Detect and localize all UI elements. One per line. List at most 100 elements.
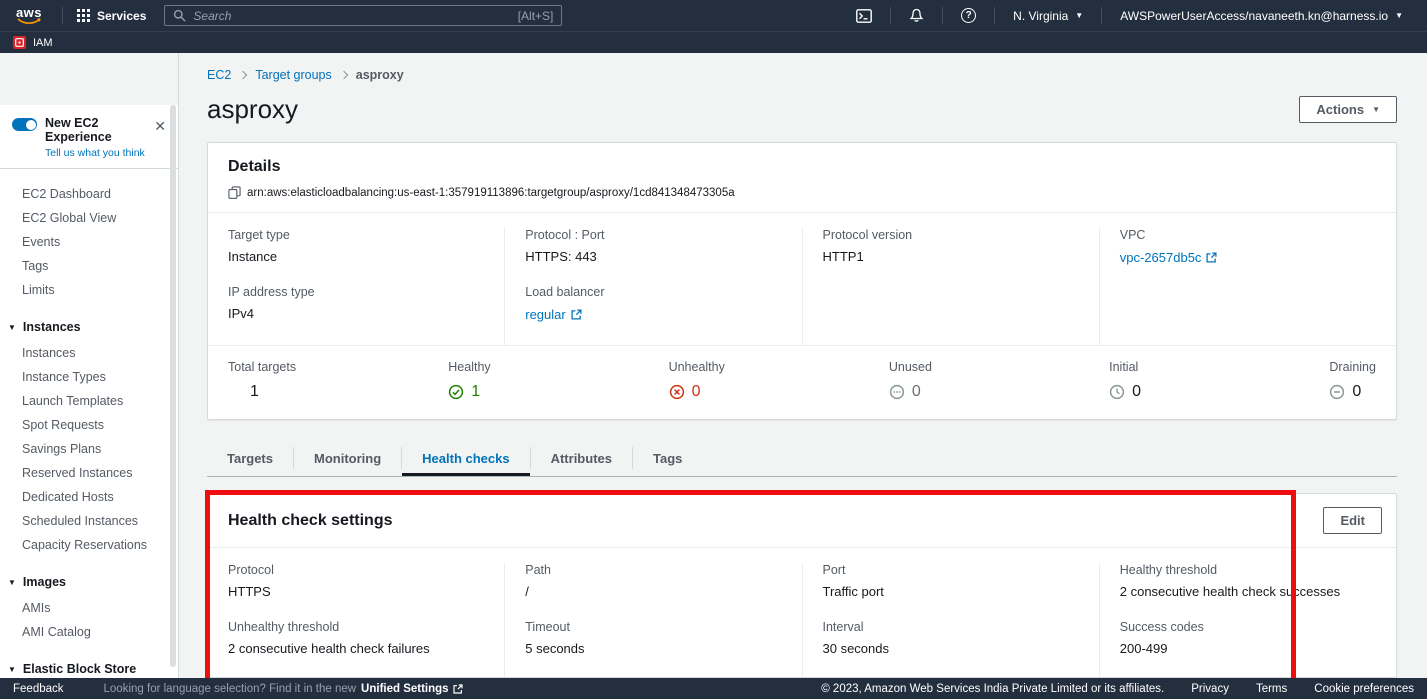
healthy-check-circle-icon [448,384,464,400]
protocol-version-value: HTTP1 [823,249,1079,264]
draining-minus-circle-icon [1329,384,1345,400]
edit-button[interactable]: Edit [1323,507,1382,534]
sidebar-item-instance-types[interactable]: Instance Types [0,365,178,389]
field-label: Load balancer [525,285,781,299]
notifications-button[interactable] [897,8,936,23]
global-search[interactable]: [Alt+S] [164,5,562,26]
vpc-link[interactable]: vpc-2657db5c [1120,250,1218,265]
hc-healthy-threshold-value: 2 consecutive health check successes [1120,584,1376,599]
divider [62,7,63,24]
search-input[interactable] [193,9,510,23]
draining-label: Draining [1329,360,1376,374]
health-check-settings-title: Health check settings [228,512,393,530]
sidebar-section-instances[interactable]: ▼ Instances [0,315,178,339]
region-selector[interactable]: N. Virginia ▼ [1001,9,1095,23]
field-label: Protocol : Port [525,228,781,242]
sidebar-item-scheduled-instances[interactable]: Scheduled Instances [0,509,178,533]
sidebar-item-events[interactable]: Events [0,230,178,254]
footer: Feedback Looking for language selection?… [0,678,1427,699]
initial-label: Initial [1109,360,1329,374]
field-label: Protocol version [823,228,1079,242]
hc-success-codes-value: 200-499 [1120,641,1376,656]
tab-tags[interactable]: Tags [633,440,702,476]
main-content: EC2 Target groups asproxy asproxy Action… [179,53,1427,678]
sidebar-section-elastic-block-store[interactable]: ▼ Elastic Block Store [0,657,178,678]
unused-label: Unused [889,360,1109,374]
field-label: Timeout [525,620,781,634]
breadcrumb-ec2[interactable]: EC2 [207,68,231,82]
total-targets-label: Total targets [228,360,448,374]
unused-value: 0 [889,383,1109,401]
divider [994,7,995,24]
external-link-icon [1206,252,1217,263]
sidebar-item-ec2-global-view[interactable]: EC2 Global View [0,206,178,230]
details-title: Details [228,158,1376,176]
tab-monitoring[interactable]: Monitoring [294,440,401,476]
copyright: © 2023, Amazon Web Services India Privat… [821,683,1164,695]
terms-link[interactable]: Terms [1256,683,1287,695]
account-menu[interactable]: AWSPowerUserAccess/navaneeth.kn@harness.… [1108,9,1415,23]
actions-button[interactable]: Actions ▼ [1299,96,1397,123]
ip-address-type-value: IPv4 [228,306,484,321]
tab-health-checks[interactable]: Health checks [402,440,529,476]
privacy-link[interactable]: Privacy [1191,683,1229,695]
breadcrumb-target-groups[interactable]: Target groups [255,68,331,82]
iam-shortcut[interactable]: IAM [33,37,53,49]
close-icon[interactable]: ✕ [154,118,166,135]
sidebar-item-launch-templates[interactable]: Launch Templates [0,389,178,413]
help-button[interactable]: ? [949,8,988,23]
unhealthy-x-circle-icon [669,384,685,400]
draining-value: 0 [1329,383,1376,401]
sidebar-section-images[interactable]: ▼ Images [0,570,178,594]
sidebar-item-amis[interactable]: AMIs [0,596,178,620]
cookie-preferences-link[interactable]: Cookie preferences [1314,683,1414,695]
top-navigation: aws Services [Alt+S] [0,0,1427,31]
feedback-link[interactable]: Feedback [13,683,64,695]
breadcrumb-current: asproxy [356,68,404,82]
aws-smile-icon [17,18,41,25]
notifications-bell-icon [909,8,924,23]
sidebar-scrollbar[interactable] [170,105,176,667]
sidebar-item-capacity-reservations[interactable]: Capacity Reservations [0,533,178,557]
sidebar-item-dedicated-hosts[interactable]: Dedicated Hosts [0,485,178,509]
sidebar-item-spot-requests[interactable]: Spot Requests [0,413,178,437]
sidebar-item-reserved-instances[interactable]: Reserved Instances [0,461,178,485]
account-label: AWSPowerUserAccess/navaneeth.kn@harness.… [1120,9,1388,23]
copy-icon[interactable] [228,186,241,199]
new-experience-feedback-link[interactable]: Tell us what you think [45,147,166,159]
unified-settings-link[interactable]: Unified Settings [361,683,463,695]
tab-bar: Targets Monitoring Health checks Attribu… [207,440,1397,477]
new-experience-toggle[interactable] [12,118,37,131]
sidebar-item-savings-plans[interactable]: Savings Plans [0,437,178,461]
field-label: Success codes [1120,620,1376,634]
tab-attributes[interactable]: Attributes [531,440,632,476]
sidebar-item-ec2-dashboard[interactable]: EC2 Dashboard [0,182,178,206]
field-label: IP address type [228,285,484,299]
sidebar-item-tags[interactable]: Tags [0,254,178,278]
topnav-right: ? N. Virginia ▼ AWSPowerUserAccess/navan… [844,7,1415,24]
cloudshell-button[interactable] [844,9,884,23]
chevron-icon [340,70,348,78]
tab-targets[interactable]: Targets [207,440,293,476]
search-shortcut: [Alt+S] [518,9,554,23]
divider [1101,7,1102,24]
divider [890,7,891,24]
sidebar-item-ami-catalog[interactable]: AMI Catalog [0,620,178,644]
hc-unhealthy-threshold-value: 2 consecutive health check failures [228,641,484,656]
services-menu-button[interactable]: Services [69,9,154,23]
sidebar-item-limits[interactable]: Limits [0,278,178,302]
sidebar: New EC2 Experience Tell us what you thin… [0,53,179,678]
aws-logo[interactable]: aws [12,7,46,25]
targets-summary: Total targets 1 Healthy 1 Unhealthy [208,346,1396,419]
breadcrumb: EC2 Target groups asproxy [207,68,1397,82]
sidebar-nav: EC2 Dashboard EC2 Global View Events Tag… [0,169,178,678]
hc-port-value: Traffic port [823,584,1079,599]
services-grid-icon [77,9,90,22]
external-link-icon [453,684,463,694]
page-title: asproxy [207,94,298,125]
field-label: VPC [1120,228,1376,242]
help-icon: ? [961,8,976,23]
language-notice: Looking for language selection? Find it … [104,683,463,695]
load-balancer-link[interactable]: regular [525,307,581,322]
sidebar-item-instances[interactable]: Instances [0,341,178,365]
